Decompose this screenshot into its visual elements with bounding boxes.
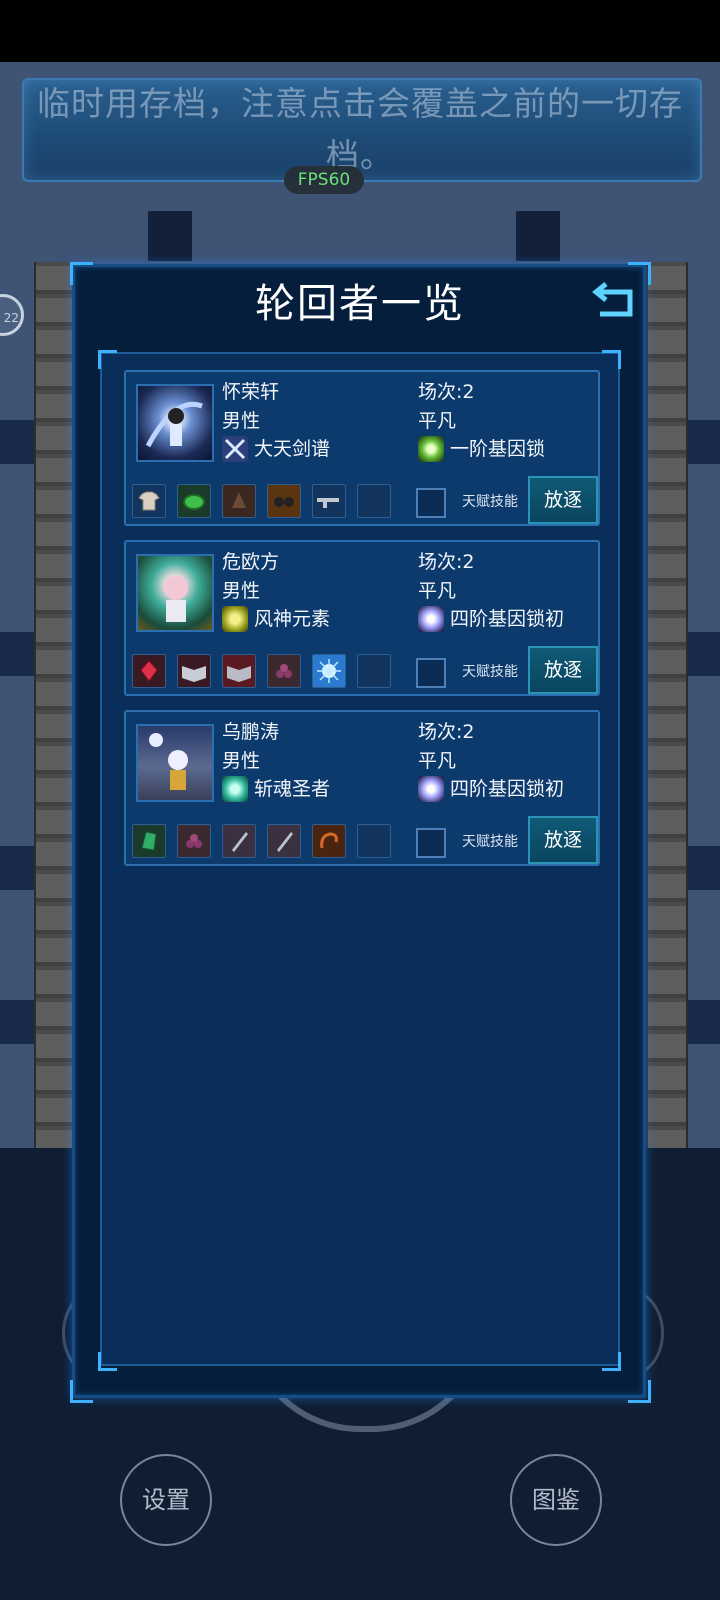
gene-lock-name: 四阶基因锁初 bbox=[450, 778, 565, 800]
goggles-item[interactable] bbox=[267, 484, 301, 518]
talent-icon bbox=[222, 606, 248, 632]
talent-icon bbox=[222, 436, 248, 462]
empty-slot[interactable] bbox=[357, 654, 391, 688]
green-crystal-item[interactable] bbox=[132, 824, 166, 858]
character-rounds: 场次:2 bbox=[418, 721, 475, 743]
book-red-item[interactable] bbox=[222, 654, 256, 688]
character-name: 乌鹏涛 bbox=[222, 721, 280, 743]
gene-lock-icon bbox=[418, 436, 444, 462]
panel-corner bbox=[628, 1380, 651, 1403]
berry-item[interactable] bbox=[177, 824, 211, 858]
pillar-right bbox=[516, 211, 560, 261]
character-gender: 男性 bbox=[222, 580, 261, 602]
green-ore-item[interactable] bbox=[177, 484, 211, 518]
gun-item[interactable] bbox=[312, 484, 346, 518]
wall-left bbox=[34, 262, 76, 1150]
wall-right bbox=[646, 262, 688, 1150]
talent-name: 斩魂圣者 bbox=[254, 778, 331, 800]
character-gender: 男性 bbox=[222, 750, 261, 772]
empty-slot[interactable] bbox=[357, 824, 391, 858]
character-avatar bbox=[136, 384, 214, 462]
exile-button[interactable]: 放逐 bbox=[528, 476, 598, 524]
list-corner bbox=[602, 350, 621, 369]
talent-name: 风神元素 bbox=[254, 608, 331, 630]
book-item[interactable] bbox=[177, 654, 211, 688]
back-icon[interactable] bbox=[591, 276, 640, 324]
gene-lock-icon bbox=[418, 776, 444, 802]
list-corner bbox=[98, 1352, 117, 1371]
gene-lock-name: 一阶基因锁 bbox=[450, 438, 546, 460]
talent-skill-checkbox[interactable] bbox=[416, 488, 446, 518]
hint-text: 临时用存档，注意点击会覆盖之前的一切存档。 bbox=[37, 84, 683, 175]
blade-item[interactable] bbox=[222, 824, 256, 858]
pillar-left bbox=[148, 211, 192, 261]
talent-skill-label: 天赋技能 bbox=[462, 494, 518, 510]
talent-skill-label: 天赋技能 bbox=[462, 834, 518, 850]
character-card[interactable]: 乌鹏涛 男性 斩魂圣者 场次:2 平凡 四阶基因锁初 天赋技能 放逐 bbox=[124, 710, 600, 866]
panel-corner bbox=[70, 1380, 93, 1403]
status-bar-area bbox=[0, 0, 720, 62]
settings-button[interactable]: 设置 bbox=[120, 1454, 212, 1546]
character-rank: 平凡 bbox=[418, 410, 457, 432]
blade-item[interactable] bbox=[267, 824, 301, 858]
character-rank: 平凡 bbox=[418, 750, 457, 772]
blue-orb-item[interactable] bbox=[312, 654, 346, 688]
fps-counter: FPS60 bbox=[284, 166, 364, 194]
character-avatar bbox=[136, 724, 214, 802]
character-rounds: 场次:2 bbox=[418, 381, 475, 403]
list-corner bbox=[602, 1352, 621, 1371]
exile-button[interactable]: 放逐 bbox=[528, 816, 598, 864]
empty-slot[interactable] bbox=[357, 484, 391, 518]
list-corner bbox=[98, 350, 117, 369]
character-rounds: 场次:2 bbox=[418, 551, 475, 573]
character-gender: 男性 bbox=[222, 410, 261, 432]
shirt-item[interactable] bbox=[132, 484, 166, 518]
talent-name: 大天剑谱 bbox=[254, 438, 331, 460]
character-name: 怀荣轩 bbox=[222, 381, 280, 403]
character-card[interactable]: 危欧方 男性 风神元素 场次:2 平凡 四阶基因锁初 天赋技能 放逐 bbox=[124, 540, 600, 696]
gene-lock-name: 四阶基因锁初 bbox=[450, 608, 565, 630]
exile-button[interactable]: 放逐 bbox=[528, 646, 598, 694]
berry-item[interactable] bbox=[267, 654, 301, 688]
character-rank: 平凡 bbox=[418, 580, 457, 602]
brown-seed-item[interactable] bbox=[222, 484, 256, 518]
red-gem-item[interactable] bbox=[132, 654, 166, 688]
talent-skill-label: 天赋技能 bbox=[462, 664, 518, 680]
talent-icon bbox=[222, 776, 248, 802]
character-avatar bbox=[136, 554, 214, 632]
character-card[interactable]: 怀荣轩 男性 大天剑谱 场次:2 平凡 一阶基因锁 天赋技能 放逐 bbox=[124, 370, 600, 526]
gene-lock-icon bbox=[418, 606, 444, 632]
talent-skill-checkbox[interactable] bbox=[416, 828, 446, 858]
codex-button[interactable]: 图鉴 bbox=[510, 1454, 602, 1546]
talent-skill-checkbox[interactable] bbox=[416, 658, 446, 688]
character-name: 危欧方 bbox=[222, 551, 280, 573]
horn-item[interactable] bbox=[312, 824, 346, 858]
